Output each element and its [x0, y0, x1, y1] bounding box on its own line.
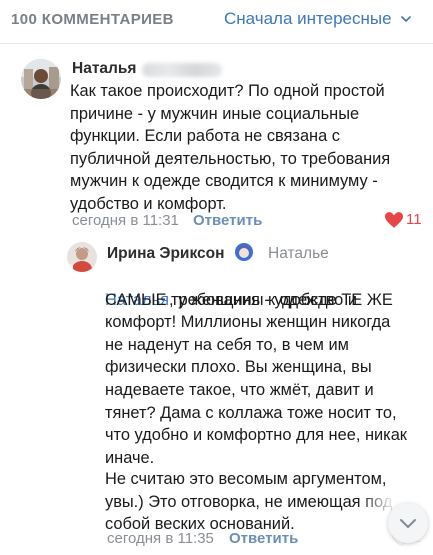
- redacted-surname: [142, 63, 222, 77]
- like-button[interactable]: 11: [385, 211, 422, 228]
- heart-icon: [385, 211, 403, 228]
- reply-time: сегодня в 11:35: [107, 530, 214, 547]
- reply-text-body: САМЫЕ требования - удобство и комфорт! М…: [105, 290, 407, 467]
- chevron-down-icon: [400, 519, 416, 528]
- comments-count: 100 КОММЕНТАРИЕВ: [11, 11, 174, 28]
- chevron-down-icon: [400, 16, 411, 22]
- comment-author[interactable]: Наталья: [72, 60, 136, 78]
- avatar-photo: [21, 59, 61, 99]
- avatar[interactable]: [21, 59, 61, 99]
- reply-button[interactable]: Ответить: [229, 530, 298, 547]
- avatar-photo: [67, 242, 97, 272]
- comment-time: сегодня в 11:31: [72, 212, 179, 229]
- like-count: 11: [406, 211, 422, 228]
- reply-author[interactable]: Ирина Эриксон: [107, 245, 224, 263]
- avatar[interactable]: [67, 242, 97, 272]
- reply-to-label[interactable]: Наталье: [268, 245, 329, 263]
- comment-text: Как такое происходит? По одной простой п…: [70, 82, 391, 213]
- avatar-badge-icon: [235, 243, 253, 261]
- comments-page: 100 КОММЕНТАРИЕВ Сначала интересные Ната…: [0, 0, 433, 555]
- reply-button[interactable]: Ответить: [193, 212, 262, 229]
- scroll-down-button[interactable]: [388, 503, 428, 543]
- comments-header: 100 КОММЕНТАРИЕВ Сначала интересные: [0, 0, 433, 44]
- sort-dropdown[interactable]: Сначала интересные: [224, 9, 411, 29]
- comment-item: Наталья Как такое происходит? По одной п…: [0, 44, 433, 234]
- sort-label: Сначала интересные: [224, 9, 392, 28]
